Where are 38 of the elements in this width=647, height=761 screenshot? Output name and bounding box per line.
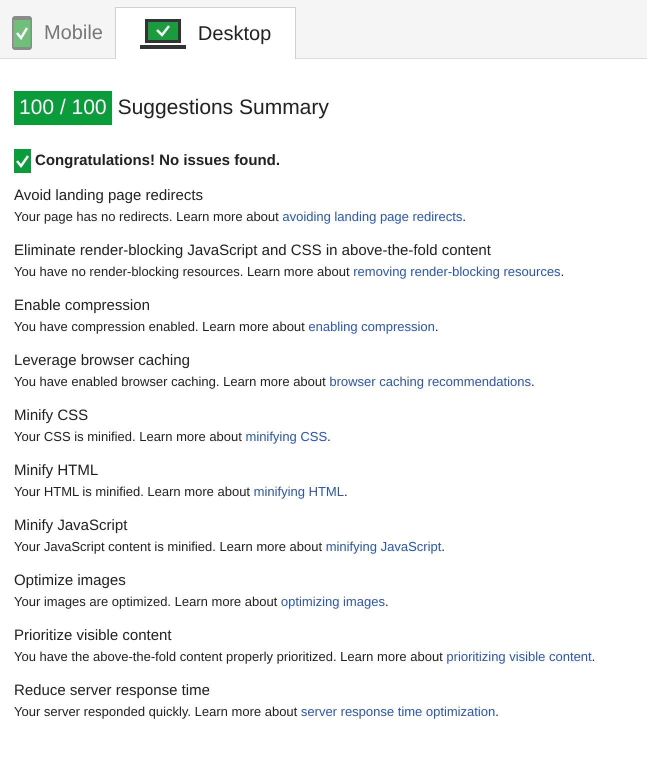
- rule-description: Your JavaScript content is minified. Learn more about minifying JavaScript.: [14, 538, 446, 556]
- rule-title: Prioritize visible content: [14, 626, 173, 646]
- summary-heading: Suggestions Summary: [118, 95, 329, 122]
- rule-title: Minify CSS: [14, 406, 90, 426]
- laptop-check-icon: [140, 18, 186, 48]
- learn-more-link[interactable]: minifying HTML: [254, 484, 344, 499]
- rule-title: Minify HTML: [14, 461, 100, 481]
- learn-more-link[interactable]: browser caching recommendations: [329, 374, 531, 389]
- rule-description: You have no render-blocking resources. Learn more about removing render-blocking resources.: [14, 263, 566, 281]
- tab[interactable]: Mobile: [0, 7, 115, 58]
- rule-title: Minify JavaScript: [14, 516, 128, 536]
- tab[interactable]: Desktop: [114, 7, 296, 59]
- rule-title: Leverage browser caching: [14, 351, 191, 371]
- rule-description: Your server responded quickly. Learn more about server response time optimization.: [14, 703, 500, 721]
- learn-more-link[interactable]: minifying JavaScript: [326, 539, 442, 554]
- learn-more-link[interactable]: removing render-blocking resources: [353, 264, 561, 279]
- rule-title: Avoid landing page redirects: [14, 186, 204, 206]
- congrats-message: Congratulations! No issues found.: [35, 150, 280, 171]
- learn-more-link[interactable]: optimizing images: [280, 594, 385, 609]
- rule-title: Eliminate render-blocking JavaScript and CSS in above-the-fold content: [14, 241, 492, 261]
- phone-check-icon: [12, 16, 32, 50]
- score-badge: 100 / 100: [14, 91, 112, 125]
- learn-more-link[interactable]: avoiding landing page redirects: [282, 209, 462, 224]
- learn-more-link[interactable]: server response time optimization: [300, 704, 496, 719]
- rule-title: Optimize images: [14, 571, 127, 591]
- learn-more-link[interactable]: prioritizing visible content: [446, 649, 592, 664]
- rule-title: Enable compression: [14, 296, 151, 316]
- rule-description: You have enabled browser caching. Learn more about browser caching recommendations.: [14, 373, 536, 391]
- rule-description: Your page has no redirects. Learn more about avoiding landing page redirects.: [14, 208, 467, 226]
- rule-description: You have compression enabled. Learn more about enabling compression.: [14, 318, 440, 336]
- rule-description: Your HTML is minified. Learn more about minifying HTML.: [14, 483, 349, 501]
- rule-description: Your CSS is minified. Learn more about minifying CSS.: [14, 428, 332, 446]
- check-icon: [14, 149, 31, 173]
- learn-more-link[interactable]: enabling compression: [308, 319, 435, 334]
- rule-description: Your images are optimized. Learn more about optimizing images.: [14, 593, 390, 611]
- rule-description: You have the above-the-fold content properly prioritized. Learn more about prioritizing visible content.: [14, 648, 596, 666]
- learn-more-link[interactable]: minifying CSS: [245, 429, 328, 444]
- rule-title: Reduce server response time: [14, 681, 211, 701]
